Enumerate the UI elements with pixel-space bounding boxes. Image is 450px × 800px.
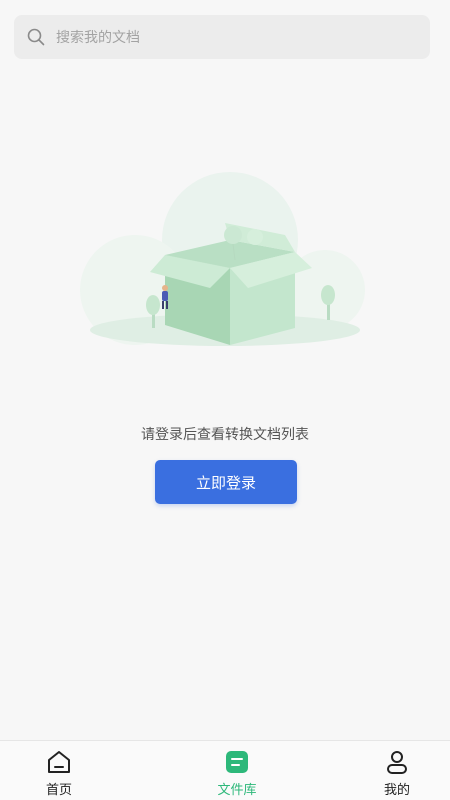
- nav-item-mine[interactable]: 我的: [357, 747, 437, 799]
- login-prompt-text: 请登录后查看转换文档列表: [141, 427, 309, 443]
- empty-box-illustration: [80, 160, 370, 360]
- search-icon: [26, 27, 46, 47]
- home-icon: [44, 747, 74, 777]
- login-button[interactable]: 立即登录: [155, 460, 297, 504]
- page: 搜索我的文档 请登录后查看转换文档列表 立即登录 首页 文件库 我的: [0, 0, 450, 800]
- file-library-icon: [222, 747, 252, 777]
- search-input[interactable]: 搜索我的文档: [56, 27, 140, 47]
- user-icon: [382, 747, 412, 777]
- nav-label-mine: 我的: [383, 783, 410, 798]
- bottom-nav: 首页 文件库 我的: [0, 740, 450, 800]
- nav-label-file-library: 文件库: [217, 783, 257, 798]
- nav-label-home: 首页: [45, 783, 72, 798]
- nav-item-file-library[interactable]: 文件库: [197, 747, 277, 799]
- search-bar[interactable]: 搜索我的文档: [14, 15, 430, 59]
- nav-item-home[interactable]: 首页: [19, 747, 99, 799]
